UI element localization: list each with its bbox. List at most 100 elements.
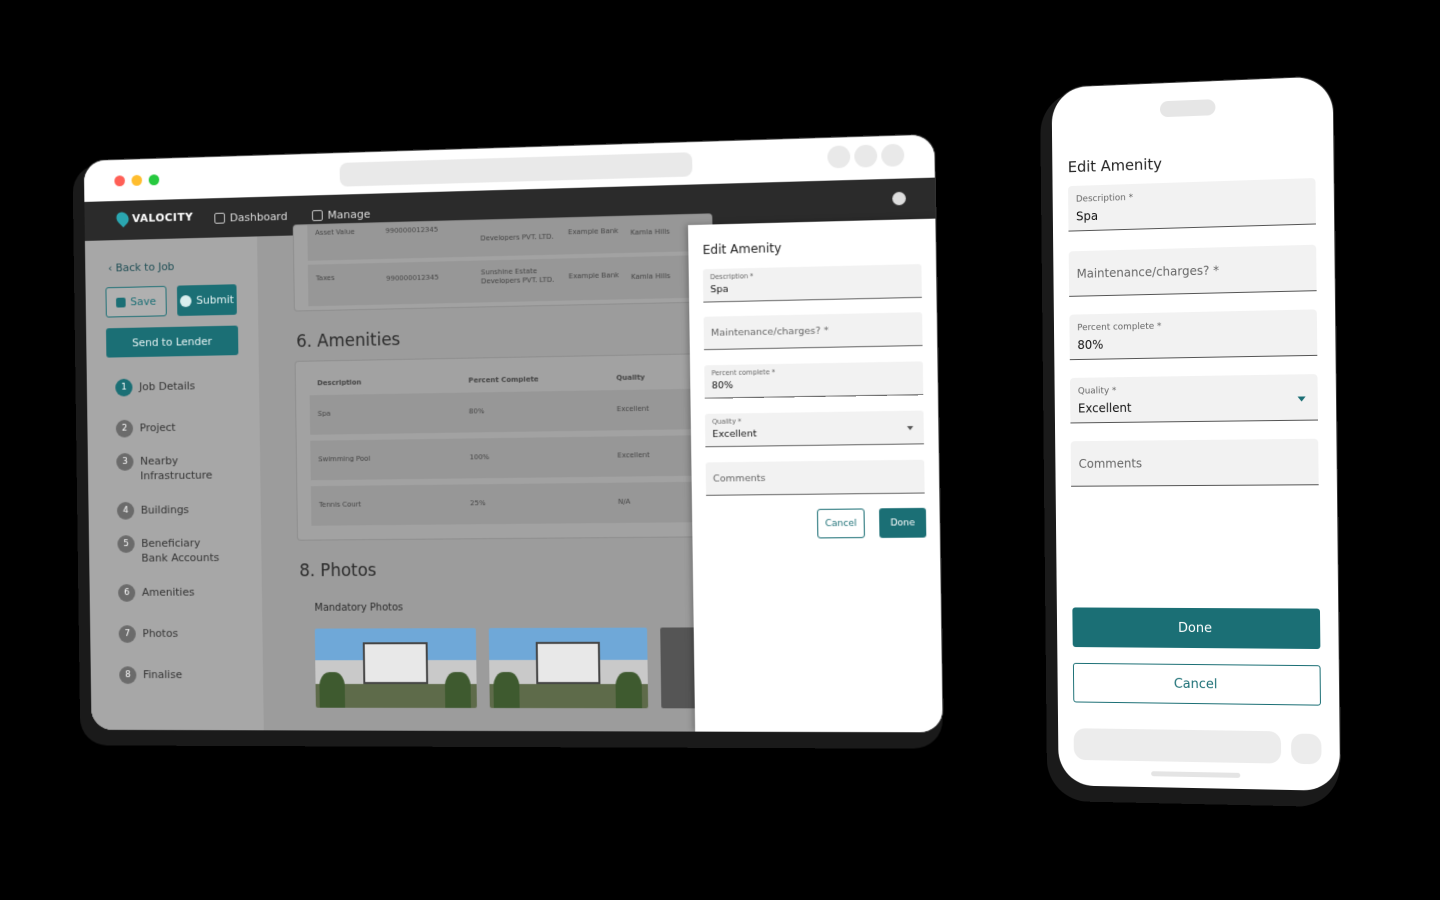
step-label: Buildings — [140, 503, 190, 517]
check-circle-icon — [179, 294, 192, 307]
step-label: Project — [139, 421, 176, 435]
cancel-label: Cancel — [1173, 676, 1218, 692]
step-project[interactable]: 2 Project — [115, 418, 222, 453]
minimize-window-dot[interactable] — [131, 174, 143, 186]
send-to-lender-button[interactable]: Send to Lender — [106, 325, 239, 358]
table-row[interactable]: Tennis Court 25% N/A — [310, 481, 716, 526]
user-account-icon[interactable] — [892, 191, 906, 206]
brand-logo[interactable]: VALOCITY — [113, 209, 194, 228]
table-cell: 990000012345 — [386, 273, 439, 283]
description-field[interactable]: Description * Spa — [1068, 178, 1316, 232]
table-row[interactable]: Swimming Pool 100% Excellent — [310, 435, 715, 481]
step-buildings[interactable]: 4 Buildings — [116, 501, 223, 535]
step-label: Photos — [142, 627, 179, 640]
nav-manage[interactable]: Manage — [311, 207, 371, 222]
table-row[interactable]: Spa 80% Excellent — [309, 388, 715, 435]
description-field[interactable]: Description * Spa — [702, 264, 922, 303]
dashboard-icon — [214, 212, 226, 224]
done-button[interactable]: Done — [1072, 607, 1321, 650]
table-cell: Example Bank — [568, 271, 620, 281]
phone-mockup: Edit Amenity Description * Spa Maintenan… — [1051, 76, 1341, 792]
field-label: Percent complete * — [1077, 321, 1162, 334]
house-photo[interactable] — [488, 627, 649, 709]
field-value: Excellent — [1077, 400, 1132, 416]
table-cell: Tennis Court — [318, 500, 362, 509]
step-label: Amenities — [141, 585, 195, 599]
step-number: 7 — [118, 625, 136, 643]
phone-notch — [1159, 99, 1216, 118]
browser-control[interactable] — [881, 143, 905, 167]
document-icon — [311, 209, 323, 222]
table-cell: Kamla Hills — [630, 227, 670, 237]
step-beneficiary-bank-accounts[interactable]: 5 Beneficiary Bank Accounts — [117, 534, 223, 584]
comments-field[interactable]: Comments — [1070, 438, 1319, 487]
table-cell: Kamla Hills — [630, 272, 671, 282]
table-cell: 100% — [469, 453, 490, 462]
house-photo[interactable] — [314, 628, 477, 708]
desktop-mockup: VALOCITY Dashboard Manage ‹ Back to Job … — [83, 134, 943, 733]
field-label: Quality * — [712, 417, 742, 426]
step-number: 3 — [116, 453, 134, 471]
done-label: Done — [1178, 620, 1213, 636]
field-label: Percent complete * — [711, 368, 776, 378]
app-body: ‹ Back to Job Save Submit Send to Lender… — [84, 214, 943, 733]
browser-control[interactable] — [827, 145, 851, 169]
step-number: 1 — [115, 378, 133, 397]
table-cell: Swimming Pool — [318, 454, 371, 464]
table-cell: N/A — [617, 497, 631, 506]
save-button[interactable]: Save — [105, 285, 167, 318]
browser-control[interactable] — [854, 144, 878, 168]
table-cell: Excellent — [617, 451, 650, 460]
nav-dashboard[interactable]: Dashboard — [214, 209, 288, 225]
close-window-dot[interactable] — [114, 175, 125, 187]
back-to-job-link[interactable]: ‹ Back to Job — [108, 260, 175, 274]
quality-select[interactable]: Quality * Excellent — [704, 410, 924, 448]
maintenance-field[interactable]: Maintenance/charges? * — [703, 312, 923, 351]
step-label: Finalise — [142, 668, 183, 682]
cancel-label: Cancel — [825, 518, 857, 529]
location-pin-icon — [113, 209, 132, 228]
house-image — [536, 642, 601, 685]
done-button[interactable]: Done — [879, 507, 927, 538]
step-number: 2 — [115, 419, 134, 438]
comments-field[interactable]: Comments — [705, 459, 925, 496]
top-table-card: Asset Value 990000012345 Developers PVT.… — [293, 214, 713, 311]
cancel-button[interactable]: Cancel — [1072, 662, 1321, 706]
step-number: 5 — [117, 535, 135, 553]
cancel-button[interactable]: Cancel — [816, 508, 865, 539]
amenities-card: Description Percent Complete Quality Spa… — [295, 354, 716, 540]
field-value: Spa — [710, 283, 729, 296]
table-row: Taxes 990000012345 Sunshine Estate Devel… — [307, 254, 713, 307]
url-bar[interactable] — [339, 152, 693, 187]
quality-select[interactable]: Quality * Excellent — [1069, 374, 1318, 424]
brand-name: VALOCITY — [131, 210, 194, 225]
tree-image — [493, 672, 520, 709]
submit-button-label: Submit — [196, 293, 234, 307]
field-label: Quality * — [1077, 386, 1117, 397]
step-finalise[interactable]: 8 Finalise — [119, 666, 225, 696]
field-placeholder: Maintenance/charges? * — [710, 325, 829, 339]
submit-button[interactable]: Submit — [176, 284, 237, 317]
amenities-heading: 6. Amenities — [296, 330, 401, 352]
step-job-details[interactable]: 1 Job Details — [115, 377, 221, 420]
field-label: Description * — [1075, 192, 1134, 205]
nav-manage-label: Manage — [327, 207, 371, 222]
chevron-left-icon: ‹ — [107, 261, 116, 275]
step-label: Job Details — [139, 379, 196, 394]
nav-dashboard-label: Dashboard — [229, 209, 288, 225]
maximize-window-dot[interactable] — [148, 174, 160, 186]
caret-down-icon — [907, 426, 914, 431]
phone-action-button[interactable] — [1290, 733, 1322, 765]
table-cell: 80% — [468, 407, 485, 416]
house-image — [362, 642, 428, 684]
table-cell: 25% — [470, 499, 486, 508]
column-header: Percent Complete — [468, 375, 539, 385]
phone-input-bar[interactable] — [1073, 728, 1282, 764]
step-amenities[interactable]: 6 Amenities — [118, 584, 224, 626]
field-value: 80% — [1077, 337, 1104, 353]
step-nearby-infrastructure[interactable]: 3 Nearby Infrastructure — [116, 452, 222, 502]
step-photos[interactable]: 7 Photos — [118, 625, 225, 666]
maintenance-field[interactable]: Maintenance/charges? * — [1068, 244, 1317, 297]
percent-complete-field[interactable]: Percent complete * 80% — [1069, 309, 1318, 361]
percent-complete-field[interactable]: Percent complete * 80% — [704, 361, 924, 399]
